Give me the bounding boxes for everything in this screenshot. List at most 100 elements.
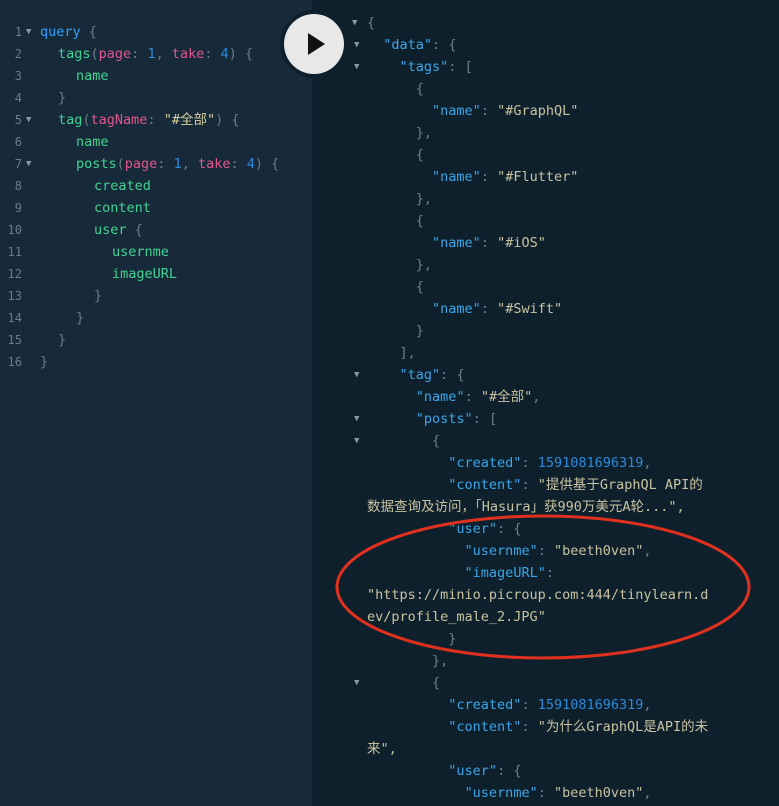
query-punct: {	[80, 24, 97, 40]
result-line: "name": "#GraphQL"	[432, 103, 579, 119]
query-line: name	[76, 131, 109, 153]
query-string: "#全部"	[163, 112, 216, 128]
line-number: 2	[14, 47, 22, 61]
fold-arrow-icon[interactable]: ▼	[354, 672, 359, 694]
query-token: name	[76, 68, 109, 84]
result-line: "content": "提供基于GraphQL API的	[448, 477, 703, 493]
result-line: "tag": {	[399, 367, 465, 383]
query-punct: :	[131, 46, 148, 62]
query-arg: tagName	[90, 112, 148, 128]
line-number: 6	[14, 135, 22, 149]
query-line: usernme	[112, 241, 169, 263]
run-query-button[interactable]	[284, 14, 344, 74]
line-number: 3	[14, 69, 22, 83]
result-line: "usernme": "beeth0ven",	[464, 543, 652, 559]
query-token: posts	[76, 156, 117, 172]
result-line: "name": "#Swift"	[432, 301, 563, 317]
query-line: query {	[40, 21, 97, 43]
fold-arrow-icon[interactable]: ▼	[26, 21, 31, 43]
query-punct: (	[116, 156, 125, 172]
line-number: 11	[7, 245, 22, 259]
query-punct: ,	[181, 156, 198, 172]
result-line: "https://minio.picroup.com:444/tinylearn…	[367, 587, 709, 603]
query-line: tags(page: 1, take: 4) {	[58, 43, 253, 65]
query-line: name	[76, 65, 109, 87]
query-token: }	[40, 354, 49, 370]
query-line: imageURL	[112, 263, 177, 285]
result-line: },	[432, 653, 449, 669]
query-punct: :	[147, 112, 164, 128]
query-punct: :	[204, 46, 221, 62]
query-punct: (	[82, 112, 91, 128]
result-line: },	[415, 257, 433, 273]
fold-arrow-icon[interactable]: ▼	[26, 109, 31, 131]
query-number: 1	[147, 46, 156, 62]
result-line: {	[432, 675, 441, 691]
result-line: "created": 1591081696319,	[448, 697, 652, 713]
result-line: "name": "#iOS"	[432, 235, 546, 251]
query-punct: ) {	[215, 112, 240, 128]
result-line: {	[415, 213, 424, 229]
query-arg: page	[124, 156, 158, 172]
result-line: ev/profile_male_2.JPG"	[367, 609, 546, 625]
fold-arrow-icon[interactable]: ▼	[354, 430, 359, 452]
result-line: "name": "#Flutter"	[432, 169, 579, 185]
query-arg: take	[171, 46, 205, 62]
query-token: imageURL	[112, 266, 178, 282]
query-line: content	[94, 197, 151, 219]
query-punct: ) {	[254, 156, 280, 172]
result-line: "tags": [	[399, 59, 473, 75]
result-line: 数据查询及访问，「Hasura」获990万美元A轮...",	[367, 499, 685, 515]
result-line: "data": {	[383, 37, 457, 53]
result-line: "created": 1591081696319,	[448, 455, 652, 471]
line-number: 7	[14, 157, 22, 171]
query-line: posts(page: 1, take: 4) {	[76, 153, 279, 175]
query-punct: ,	[155, 46, 172, 62]
query-line: }	[40, 351, 48, 373]
query-token: user	[94, 222, 127, 238]
play-icon	[308, 33, 325, 55]
fold-arrow-icon[interactable]: ▼	[26, 153, 31, 175]
line-number: 15	[7, 333, 22, 347]
result-line: "usernme": "beeth0ven",	[464, 785, 652, 801]
fold-arrow-icon[interactable]: ▼	[352, 12, 357, 34]
result-line: "user": {	[448, 521, 522, 537]
fold-arrow-icon[interactable]: ▼	[354, 408, 359, 430]
query-line: tag(tagName: "#全部") {	[58, 109, 239, 131]
query-editor[interactable]: 1 ▼ query {2 tags(page: 1, take: 4) {3 name 4…	[0, 0, 312, 806]
result-line: }	[415, 323, 424, 339]
result-line: "imageURL":	[464, 565, 554, 581]
query-line: user {	[94, 219, 143, 241]
query-token: content	[94, 200, 151, 216]
query-token: }	[94, 288, 103, 304]
fold-arrow-icon[interactable]: ▼	[354, 34, 359, 56]
line-number: 12	[7, 267, 22, 281]
query-arg: take	[197, 156, 231, 172]
query-punct: (	[90, 46, 99, 62]
query-number: 4	[220, 46, 229, 62]
line-number: 14	[7, 311, 22, 325]
fold-arrow-icon[interactable]: ▼	[354, 364, 359, 386]
query-arg: page	[98, 46, 132, 62]
query-token: tags	[58, 46, 91, 62]
result-line: {	[415, 279, 424, 295]
line-number: 4	[14, 91, 22, 105]
result-line: {	[367, 15, 376, 31]
result-line: "user": {	[448, 763, 522, 779]
fold-arrow-icon[interactable]: ▼	[354, 56, 359, 78]
result-line: "name": "#全部",	[415, 389, 541, 405]
query-line: created	[94, 175, 151, 197]
query-punct: ) {	[228, 46, 254, 62]
result-line: },	[415, 125, 433, 141]
query-token: }	[58, 332, 67, 348]
query-line: }	[76, 307, 84, 329]
result-viewer: ▼ { ▼ "data": { ▼ "tags": [ { "name": "#Gra…	[312, 0, 779, 806]
result-line: {	[415, 81, 424, 97]
query-punct: :	[230, 156, 247, 172]
result-line: {	[432, 433, 441, 449]
line-number: 1	[14, 25, 22, 39]
result-line: ],	[399, 345, 416, 361]
query-line: }	[58, 329, 66, 351]
result-line: "content": "为什么GraphQL是API的未	[448, 719, 709, 735]
line-number: 16	[7, 355, 22, 369]
